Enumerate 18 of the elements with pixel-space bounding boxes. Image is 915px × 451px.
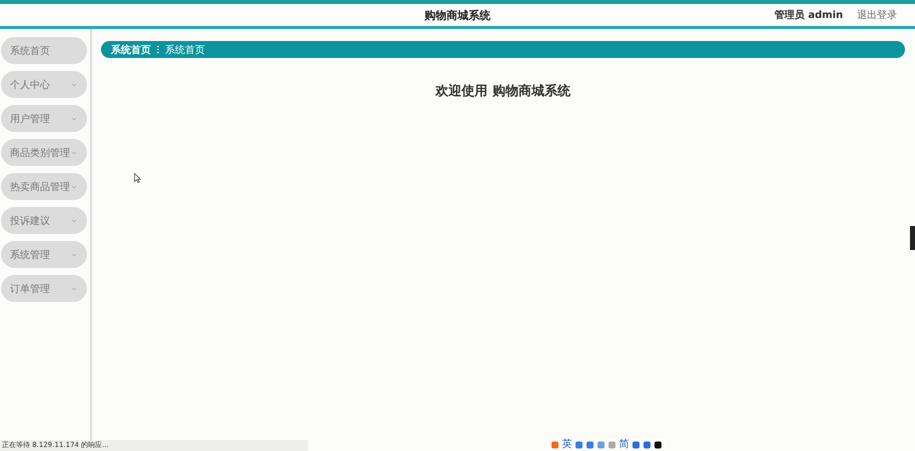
sidebar-item[interactable]: 商品类别管理 — [1, 139, 87, 166]
sidebar-item[interactable]: 系统首页 — [1, 37, 87, 64]
side-handle[interactable] — [910, 226, 915, 250]
sidebar-item[interactable]: 订单管理 — [1, 275, 87, 302]
user-label: 管理员 admin — [774, 8, 843, 22]
ime-script-label[interactable]: 简 — [619, 439, 629, 450]
sidebar-item[interactable]: 热卖商品管理 — [1, 173, 87, 200]
app-title: 购物商城系统 — [424, 8, 490, 22]
sidebar-item[interactable]: 系统管理 — [1, 241, 87, 268]
breadcrumb-link[interactable]: 系统首页 — [111, 42, 151, 56]
welcome-heading: 欢迎使用 购物商城系统 — [434, 82, 572, 100]
ime-mode-label[interactable]: 英 — [562, 439, 572, 450]
sidebar-item[interactable]: 个人中心 — [1, 71, 87, 98]
sidebar-item[interactable]: 投诉建议 — [1, 207, 87, 234]
logout-link[interactable]: 退出登录 — [857, 8, 897, 22]
sidebar-item[interactable]: 用户管理 — [1, 105, 87, 132]
breadcrumb-link[interactable]: 系统首页 — [165, 42, 205, 56]
cursor-icon — [134, 173, 141, 183]
